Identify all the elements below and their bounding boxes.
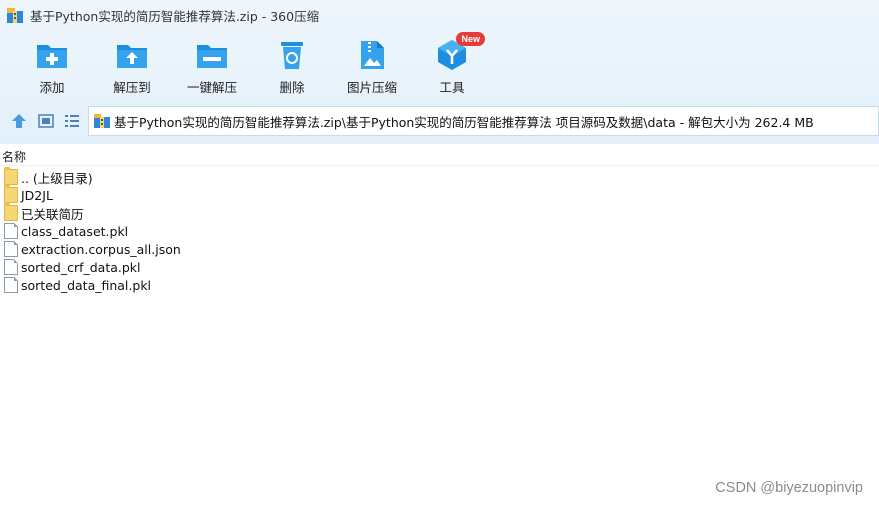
list-header: 名称: [0, 144, 879, 166]
add-button[interactable]: 添加: [15, 36, 89, 98]
navigation-bar: 基于Python实现的简历智能推荐算法.zip\基于Python实现的简历智能推…: [0, 104, 879, 138]
extract-to-icon: [115, 38, 149, 72]
list-item-folder[interactable]: 已关联简历: [0, 203, 879, 222]
file-list: .. (上级目录) JD2JL 已关联简历 class_dataset.pkl …: [0, 167, 879, 294]
tools-label: 工具: [439, 80, 465, 95]
path-bar[interactable]: 基于Python实现的简历智能推荐算法.zip\基于Python实现的简历智能推…: [88, 106, 879, 136]
up-arrow-icon[interactable]: [10, 112, 28, 130]
path-text: 基于Python实现的简历智能推荐算法.zip\基于Python实现的简历智能推…: [114, 114, 814, 130]
list-item-file[interactable]: extraction.corpus_all.json: [0, 240, 879, 258]
file-name: extraction.corpus_all.json: [21, 241, 181, 257]
extract-to-button[interactable]: 解压到: [95, 36, 169, 98]
one-click-extract-icon: [195, 38, 229, 72]
tools-icon: New: [435, 32, 485, 72]
delete-label: 删除: [279, 80, 305, 95]
file-name: class_dataset.pkl: [21, 223, 129, 239]
folder-icon: [4, 185, 18, 203]
column-name-header[interactable]: 名称: [2, 148, 26, 165]
folder-icon: [4, 167, 18, 185]
tools-button[interactable]: New 工具: [415, 32, 489, 98]
archive-icon: [94, 113, 110, 129]
list-item-folder[interactable]: JD2JL: [0, 185, 879, 204]
watermark: CSDN @biyezuopinvip: [715, 480, 863, 496]
app-logo-icon: [6, 6, 24, 24]
folder-icon: [4, 203, 18, 221]
file-icon: [4, 241, 18, 257]
one-click-extract-label: 一键解压: [186, 80, 237, 95]
add-folder-icon: [35, 38, 69, 72]
file-name: sorted_data_final.pkl: [21, 277, 152, 293]
add-label: 添加: [39, 80, 65, 95]
list-item-file[interactable]: sorted_data_final.pkl: [0, 276, 879, 294]
file-icon: [4, 259, 18, 275]
one-click-extract-button[interactable]: 一键解压: [175, 36, 249, 98]
file-name: .. (上级目录): [21, 170, 93, 186]
image-compress-icon: [355, 38, 389, 72]
file-name: 已关联简历: [21, 206, 84, 222]
title-bar: 基于Python实现的简历智能推荐算法.zip - 360压缩: [0, 0, 879, 30]
file-icon: [4, 223, 18, 239]
list-item-file[interactable]: sorted_crf_data.pkl: [0, 258, 879, 276]
toolbar: 添加 解压到 一键解压 删除 图片压缩 New 工具: [0, 32, 879, 100]
delete-button[interactable]: 删除: [255, 36, 329, 98]
list-item-file[interactable]: class_dataset.pkl: [0, 222, 879, 240]
thumbnail-view-icon[interactable]: [37, 112, 55, 130]
image-compress-button[interactable]: 图片压缩: [335, 36, 409, 98]
extract-to-label: 解压到: [113, 80, 151, 95]
top-panel: 基于Python实现的简历智能推荐算法.zip - 360压缩 添加 解压到 一…: [0, 0, 879, 144]
recycle-bin-icon: [275, 38, 309, 72]
file-name: JD2JL: [21, 187, 53, 203]
image-compress-label: 图片压缩: [346, 80, 397, 95]
list-item-parent-dir[interactable]: .. (上级目录): [0, 167, 879, 186]
new-badge: New: [456, 32, 485, 46]
list-view-icon[interactable]: [63, 112, 81, 130]
file-name: sorted_crf_data.pkl: [21, 259, 141, 275]
file-icon: [4, 277, 18, 293]
window-title: 基于Python实现的简历智能推荐算法.zip - 360压缩: [30, 8, 320, 24]
